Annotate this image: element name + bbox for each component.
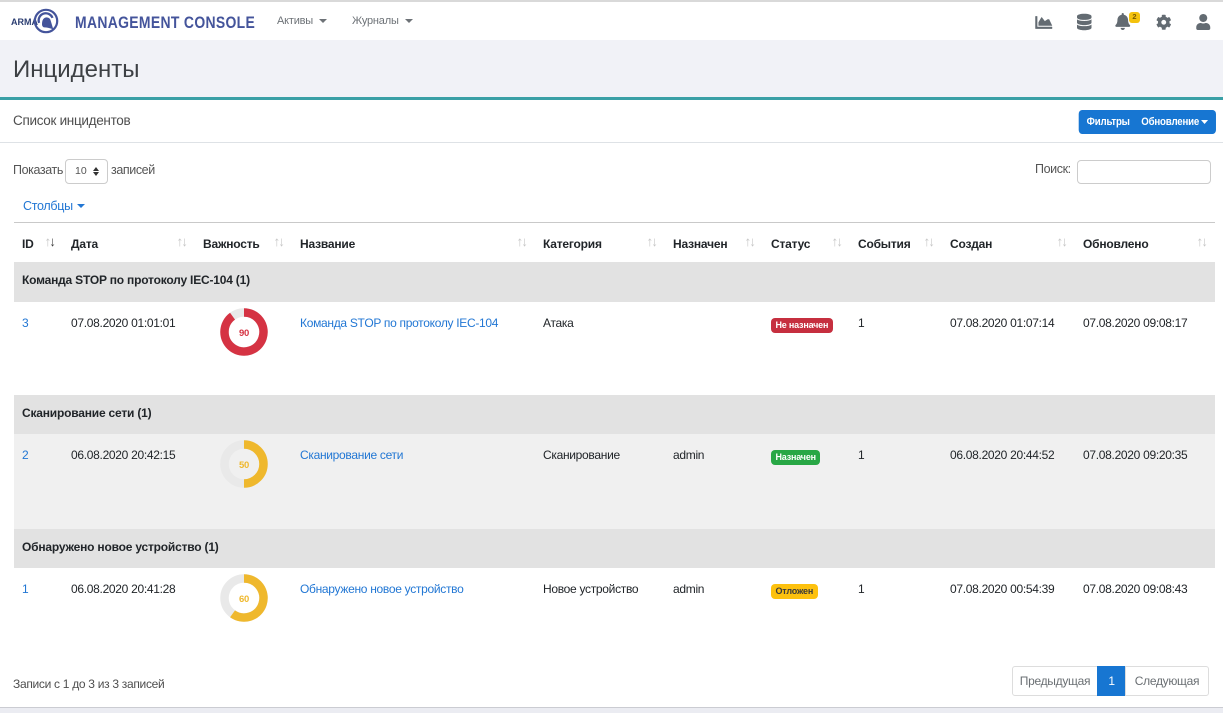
svg-text:50: 50	[239, 460, 249, 471]
svg-text:90: 90	[239, 328, 249, 339]
svg-text:60: 60	[239, 594, 249, 605]
